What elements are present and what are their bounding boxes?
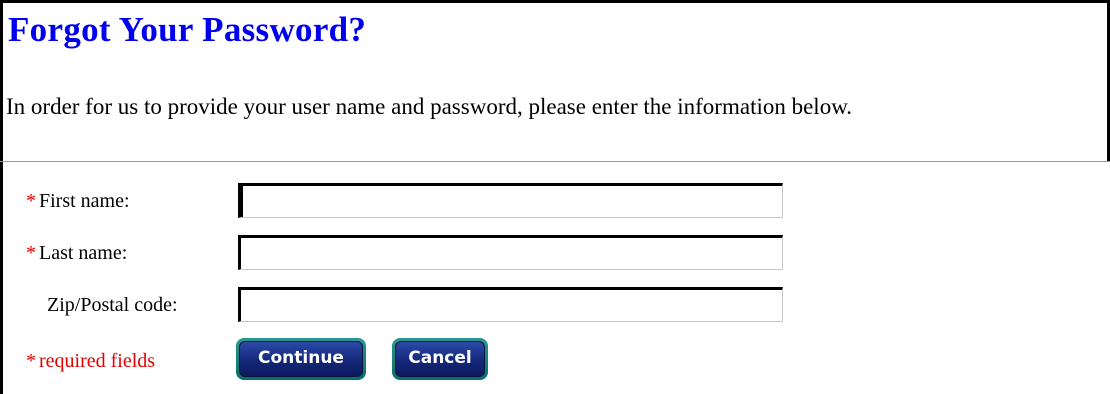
first-name-label-text: First name: bbox=[39, 190, 130, 212]
last-name-row: * Last name: bbox=[0, 235, 800, 279]
first-name-label: * First name: bbox=[26, 190, 130, 213]
section-divider bbox=[0, 161, 1110, 162]
required-asterisk: * bbox=[26, 350, 36, 372]
page-title: Forgot Your Password? bbox=[8, 10, 367, 49]
cancel-button-label: Cancel bbox=[395, 341, 485, 377]
cancel-button[interactable]: Cancel bbox=[392, 338, 488, 380]
intro-text: In order for us to provide your user nam… bbox=[6, 94, 853, 119]
last-name-input[interactable] bbox=[238, 235, 783, 270]
form-footer: * required fields Continue Cancel bbox=[0, 338, 800, 384]
forgot-password-panel: Forgot Your Password? In order for us to… bbox=[0, 0, 1110, 394]
zip-code-row: Zip/Postal code: bbox=[0, 287, 800, 331]
zip-code-input[interactable] bbox=[238, 287, 783, 322]
last-name-label-text: Last name: bbox=[39, 242, 128, 264]
first-name-input[interactable] bbox=[238, 183, 783, 218]
continue-button[interactable]: Continue bbox=[236, 338, 366, 380]
first-name-row: * First name: bbox=[0, 183, 800, 227]
required-asterisk: * bbox=[26, 190, 36, 212]
last-name-label: * Last name: bbox=[26, 242, 127, 265]
panel-border-top bbox=[0, 0, 1110, 3]
required-fields-note: * required fields bbox=[26, 350, 155, 373]
continue-button-label: Continue bbox=[239, 341, 363, 377]
required-asterisk: * bbox=[26, 242, 36, 264]
required-fields-text: required fields bbox=[39, 350, 156, 372]
zip-code-label: Zip/Postal code: bbox=[47, 294, 178, 316]
